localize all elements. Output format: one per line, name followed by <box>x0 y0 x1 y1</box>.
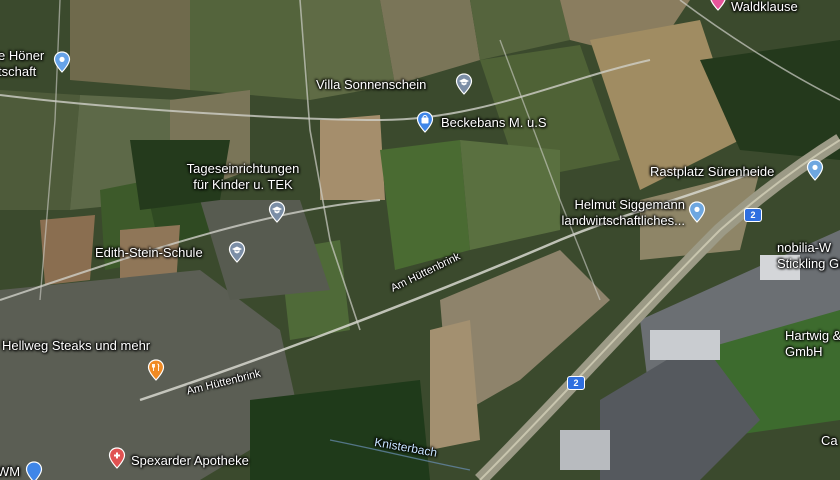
pharmacy-pin-icon[interactable] <box>105 446 129 470</box>
satellite-map[interactable]: e Höner tschaft Waldklause Villa Sonnens… <box>0 0 840 480</box>
route-shield: 2 <box>567 376 585 390</box>
place-label-tageseinrichtungen[interactable]: Tageseinrichtungen für Kinder u. TEK <box>173 161 313 193</box>
place-label-hoener[interactable]: e Höner tschaft <box>0 48 44 80</box>
shopping-pin-icon[interactable] <box>413 110 437 134</box>
place-label-beckebans[interactable]: Beckebans M. u.S <box>441 115 547 131</box>
place-label-waldklause[interactable]: Waldklause <box>731 0 798 15</box>
place-label-rastplatz[interactable]: Rastplatz Sürenheide <box>650 164 774 180</box>
place-label-edith-stein-schule[interactable]: Edith-Stein-Schule <box>95 245 203 261</box>
school-pin-icon[interactable] <box>452 72 476 96</box>
place-label-hellweg-steaks[interactable]: Hellweg Steaks und mehr <box>2 338 150 354</box>
place-label-ca[interactable]: Ca <box>821 433 838 449</box>
restaurant-pin-icon[interactable] <box>706 0 730 12</box>
map-pin-icon[interactable] <box>803 158 827 182</box>
map-pin-icon[interactable] <box>685 200 709 224</box>
map-imagery <box>0 0 840 480</box>
place-label-siggemann[interactable]: Helmut Siggemann landwirtschaftliches... <box>525 197 685 229</box>
restaurant-pin-icon[interactable] <box>144 358 168 382</box>
route-shield: 2 <box>744 208 762 222</box>
map-pin-icon[interactable] <box>50 50 74 74</box>
shopping-pin-icon[interactable] <box>22 460 46 480</box>
place-label-villa-sonnenschein[interactable]: Villa Sonnenschein <box>316 77 426 93</box>
school-pin-icon[interactable] <box>225 240 249 264</box>
place-label-nobilia[interactable]: nobilia-W Stickling Gm <box>777 240 840 272</box>
place-label-wm[interactable]: WM <box>0 464 20 480</box>
place-label-hartwig[interactable]: Hartwig & F GmbH <box>785 328 840 360</box>
place-label-spexarder-apotheke[interactable]: Spexarder Apotheke <box>131 453 249 469</box>
school-pin-icon[interactable] <box>265 200 289 224</box>
